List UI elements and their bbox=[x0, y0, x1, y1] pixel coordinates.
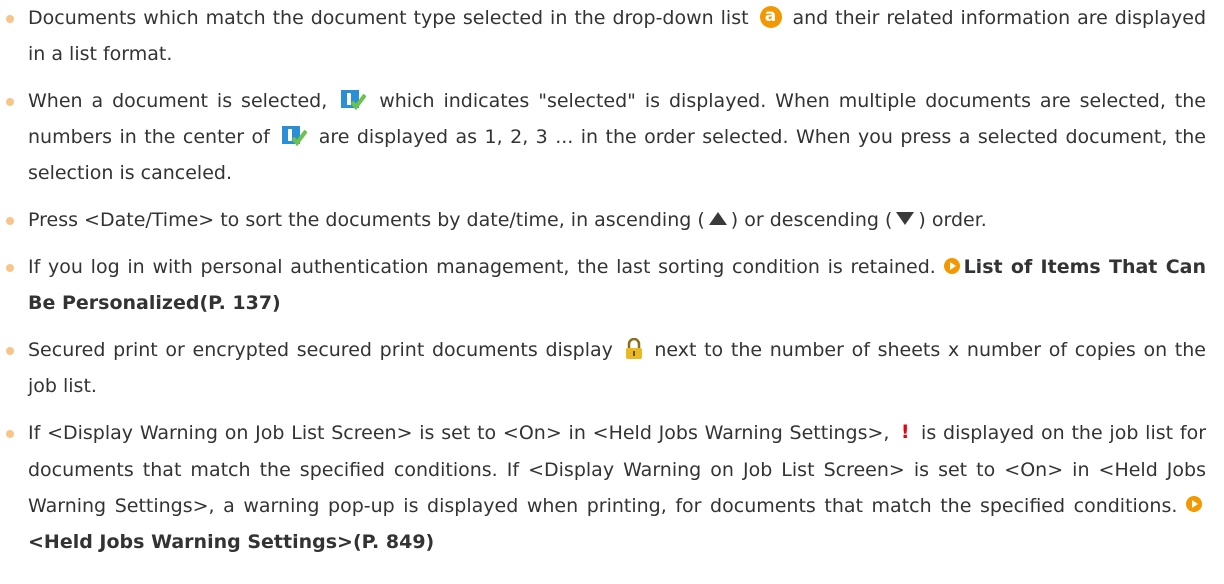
held-jobs-warning-link[interactable]: <Held Jobs Warning Settings>(P. 849) bbox=[28, 531, 434, 553]
item-text: If you log in with personal authenticati… bbox=[28, 256, 936, 278]
list-item: When a document is selected, which indic… bbox=[0, 83, 1206, 191]
bullet-icon bbox=[6, 217, 14, 225]
bullet-list: Documents which match the document type … bbox=[0, 0, 1224, 560]
bullet-icon bbox=[6, 15, 14, 23]
item-text: If <Display Warning on Job List Screen> … bbox=[28, 422, 890, 444]
list-item: Press <Date/Time> to sort the documents … bbox=[0, 202, 1206, 238]
warning-exclamation-icon: ! bbox=[900, 420, 910, 443]
bullet-icon bbox=[6, 430, 14, 438]
lock-icon bbox=[625, 337, 642, 359]
triangle-down-icon bbox=[896, 212, 915, 225]
item-text: ) order. bbox=[918, 209, 987, 231]
selected-check-icon bbox=[341, 89, 367, 110]
link-arrow-icon bbox=[943, 257, 960, 274]
list-item: Documents which match the document type … bbox=[0, 0, 1206, 72]
item-text: ) or descending ( bbox=[730, 209, 893, 231]
item-text: Press <Date/Time> to sort the documents … bbox=[28, 209, 705, 231]
triangle-up-icon bbox=[708, 212, 727, 225]
bullet-icon bbox=[6, 98, 14, 106]
bullet-icon bbox=[6, 347, 14, 355]
list-item: If <Display Warning on Job List Screen> … bbox=[0, 415, 1206, 560]
link-arrow-icon bbox=[1186, 496, 1202, 512]
item-text: Secured print or encrypted secured print… bbox=[28, 339, 613, 361]
bullet-icon bbox=[6, 264, 14, 272]
selected-check-icon bbox=[282, 125, 308, 146]
item-text: When a document is selected, bbox=[28, 90, 328, 112]
list-item: If you log in with personal authenticati… bbox=[0, 249, 1206, 321]
dropdown-marker-a-icon: a bbox=[759, 5, 782, 28]
item-text: Documents which match the document type … bbox=[28, 7, 749, 29]
list-item: Secured print or encrypted secured print… bbox=[0, 332, 1206, 404]
